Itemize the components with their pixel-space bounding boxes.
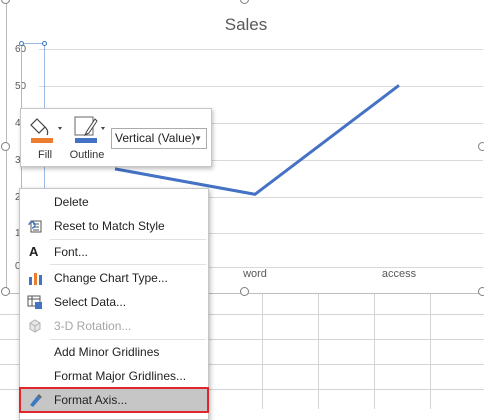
pen-outline-icon <box>74 116 105 143</box>
menu-item-label: Delete <box>54 195 89 209</box>
fill-label: Fill <box>37 149 53 161</box>
axis-selection-handle[interactable] <box>19 41 24 46</box>
menu-item-format-major-gridlines[interactable]: Format Major Gridlines... <box>20 364 208 388</box>
chart-resize-handle[interactable] <box>240 287 249 296</box>
menu-item-add-minor-gridlines[interactable]: Add Minor Gridlines <box>20 340 208 364</box>
chevron-down-icon: ▼ <box>194 134 202 143</box>
chart-element-select-value: Vertical (Value) <box>115 131 196 145</box>
menu-item-label: Format Major Gridlines... <box>54 369 187 383</box>
chart-element-select[interactable]: Vertical (Value) ▼ <box>111 128 207 149</box>
mini-format-toolbar: Fill Outline Vertical (Value) ▼ <box>20 108 212 167</box>
menu-item-label: Change Chart Type... <box>54 271 168 285</box>
menu-item-delete[interactable]: Delete <box>20 190 208 214</box>
menu-item-reset-to-match-style[interactable]: Reset to Match Style <box>20 214 208 238</box>
menu-item-3d-rotation[interactable]: 3-D Rotation... <box>20 314 208 338</box>
menu-item-label: Font... <box>54 245 89 259</box>
menu-item-label: Select Data... <box>54 295 127 309</box>
select-data-icon <box>27 295 42 309</box>
menu-item-font[interactable]: A Font... <box>20 240 208 264</box>
menu-item-select-data[interactable]: Select Data... <box>20 290 208 314</box>
menu-item-label: Add Minor Gridlines <box>54 345 160 359</box>
rotation-3d-icon <box>29 319 41 333</box>
fill-button[interactable]: Fill <box>23 113 67 163</box>
chart-resize-handle[interactable] <box>1 142 10 151</box>
menu-item-label: 3-D Rotation... <box>54 319 132 333</box>
chart-resize-handle[interactable] <box>478 287 484 296</box>
reset-style-icon <box>28 220 42 233</box>
font-icon: A <box>29 244 39 259</box>
outline-label: Outline <box>69 149 105 161</box>
chart-resize-handle[interactable] <box>478 142 484 151</box>
menu-item-label: Reset to Match Style <box>54 219 165 233</box>
chart-resize-handle[interactable] <box>1 287 10 296</box>
context-menu: Delete Reset to Match Style A Font... Ch… <box>19 188 209 420</box>
menu-item-label: Format Axis... <box>54 393 128 407</box>
paint-bucket-icon <box>30 118 62 143</box>
menu-separator <box>50 264 206 265</box>
menu-item-format-axis[interactable]: Format Axis... <box>19 387 209 413</box>
menu-item-change-chart-type[interactable]: Change Chart Type... <box>20 266 208 290</box>
format-axis-icon <box>30 394 42 407</box>
axis-selection-handle[interactable] <box>42 41 47 46</box>
outline-button[interactable]: Outline <box>65 113 109 163</box>
chart-type-icon <box>29 273 42 285</box>
